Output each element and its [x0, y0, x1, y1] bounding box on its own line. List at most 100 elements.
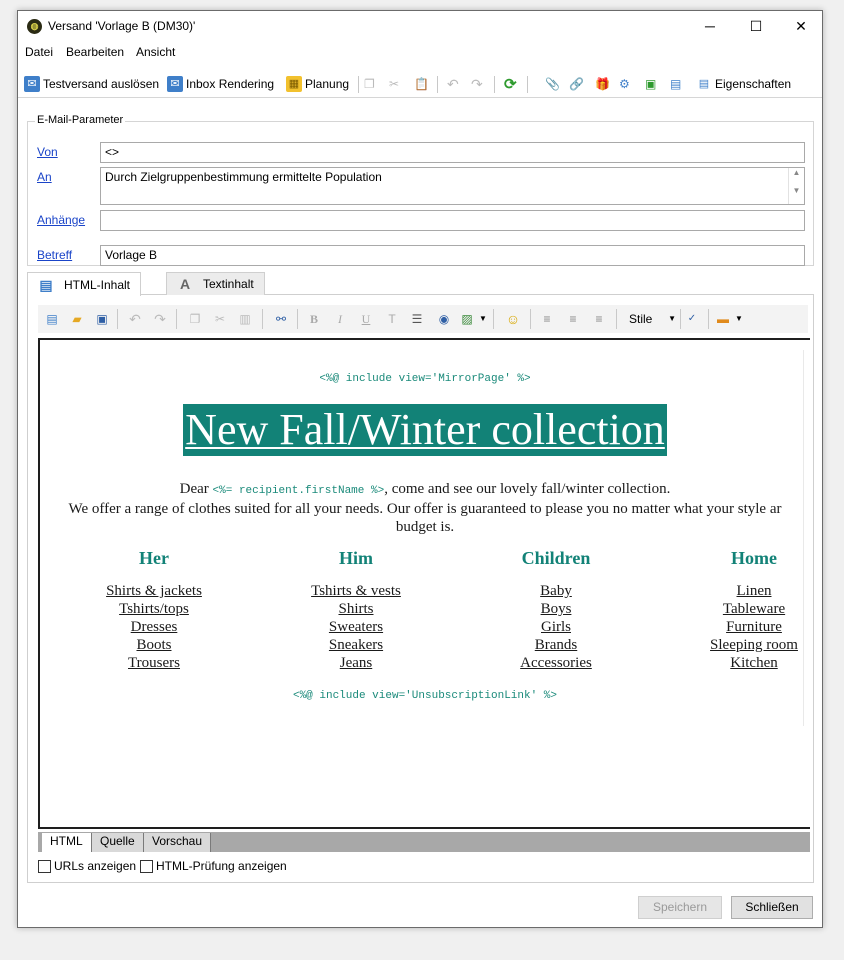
cut-icon[interactable]: ✂ [389, 74, 399, 94]
category-title: Home [731, 548, 777, 568]
show-html-check-checkbox[interactable] [140, 859, 153, 873]
category-link[interactable]: Shirts & jackets [74, 582, 234, 600]
attachments-field[interactable] [100, 210, 805, 231]
paperclip-icon[interactable]: 📎 [545, 74, 560, 94]
align-center-icon[interactable]: ≡ [564, 310, 582, 328]
category-link[interactable]: Furniture [674, 618, 810, 636]
email-parameters-group: E-Mail-Parameter Von <> An Durch Zielgru… [27, 114, 814, 266]
menu-datei[interactable]: Datei [25, 45, 53, 59]
category-link[interactable]: Dresses [74, 618, 234, 636]
category-link[interactable]: Accessories [476, 654, 636, 672]
save-button[interactable]: Speichern [638, 896, 722, 919]
tracking-icon[interactable]: ⚙ [619, 74, 630, 94]
open-folder-icon[interactable]: ▰ [68, 310, 86, 328]
save-icon[interactable]: ▣ [93, 310, 111, 328]
bullet-list-icon[interactable]: ☰ [408, 310, 426, 328]
category-link[interactable]: Shirts [276, 600, 436, 618]
tab-text-content[interactable]: A Textinhalt [166, 272, 265, 295]
font-size-icon[interactable]: T [383, 310, 401, 328]
undo-icon[interactable]: ↶ [447, 74, 459, 94]
link-icon[interactable]: 🔗 [569, 74, 584, 94]
category-link[interactable]: Sleeping room [674, 636, 810, 654]
planning-label: Planung [305, 77, 350, 91]
delivery-icon[interactable]: ▤ [670, 74, 681, 94]
show-urls-option[interactable]: URLs anzeigen [38, 859, 136, 873]
category-link[interactable]: Boys [476, 600, 636, 618]
smiley-icon[interactable]: ☺ [504, 310, 522, 328]
properties-button[interactable]: ▤ Eigenschaften [696, 74, 791, 94]
spellcheck-icon[interactable]: ✓ [683, 310, 701, 328]
attachments-label[interactable]: Anhänge [37, 213, 85, 227]
close-button[interactable]: Schließen [731, 896, 813, 919]
bold-icon[interactable]: B [305, 310, 323, 328]
category-link[interactable]: Linen [674, 582, 810, 600]
align-left-icon[interactable]: ≡ [538, 310, 556, 328]
paste-icon[interactable]: ▥ [236, 310, 254, 328]
to-field-scrollbar[interactable]: ▲ ▼ [788, 168, 804, 204]
intro-line-2: We offer a range of clothes suited for a… [68, 501, 782, 517]
tab-html-label: HTML-Inhalt [64, 277, 131, 292]
view-tab-preview[interactable]: Vorschau [144, 833, 212, 852]
test-send-button[interactable]: ✉ Testversand auslösen [24, 74, 159, 94]
minimize-button[interactable]: ─ [687, 11, 733, 42]
category-link[interactable]: Tshirts/tops [74, 600, 234, 618]
to-field[interactable]: Durch Zielgruppenbestimmung ermittelte P… [100, 167, 805, 205]
close-window-button[interactable]: ✕ [778, 11, 824, 42]
category-link[interactable]: Tshirts & vests [276, 582, 436, 600]
category-link[interactable]: Brands [476, 636, 636, 654]
redo-icon[interactable]: ↷ [471, 74, 483, 94]
intro-rest: , come and see our lovely fall/winter co… [384, 481, 671, 497]
title-bar: ◍ Versand 'Vorlage B (DM30)' ─ ☐ ✕ [18, 11, 822, 42]
planning-button[interactable]: ▦ Planung [286, 74, 349, 94]
category-link[interactable]: Sneakers [276, 636, 436, 654]
menu-bar: Datei Bearbeiten Ansicht [18, 42, 822, 62]
category-link[interactable]: Trousers [74, 654, 234, 672]
redo-icon[interactable]: ↷ [151, 310, 169, 328]
toolbar-divider [358, 76, 359, 93]
link-globe-icon[interactable]: ◉ [435, 310, 453, 328]
paste-icon[interactable]: 📋 [414, 74, 429, 94]
tab-html-content[interactable]: ▤ HTML-Inhalt [27, 272, 142, 296]
editor-toolbar: ▤ ▰ ▣ ↶ ↷ ❐ ✂ ▥ ⚯ B I U T ☰ ◉ ▨ ▼ ☺ ≡ ≡ [38, 305, 808, 333]
headline[interactable]: New Fall/Winter collection [183, 404, 667, 456]
italic-icon[interactable]: I [331, 310, 349, 328]
copy-icon[interactable]: ❐ [364, 74, 375, 94]
clipboard-icon: ▤ [698, 78, 710, 90]
chevron-down-icon[interactable]: ▼ [730, 310, 748, 328]
show-html-check-option[interactable]: HTML-Prüfung anzeigen [140, 859, 287, 873]
category-link[interactable]: Sweaters [276, 618, 436, 636]
new-document-icon[interactable]: ▤ [43, 310, 61, 328]
subject-label[interactable]: Betreff [37, 248, 72, 262]
category-link[interactable]: Tableware [674, 600, 810, 618]
inbox-rendering-button[interactable]: ✉ Inbox Rendering [167, 74, 274, 94]
align-right-icon[interactable]: ≡ [590, 310, 608, 328]
cut-icon[interactable]: ✂ [211, 310, 229, 328]
copy-icon[interactable]: ❐ [186, 310, 204, 328]
from-field[interactable]: <> [100, 142, 805, 163]
find-binoculars-icon[interactable]: ⚯ [272, 310, 290, 328]
html-editor[interactable]: <%@ include view='MirrorPage' %> New Fal… [38, 338, 810, 829]
category-link[interactable]: Boots [74, 636, 234, 654]
menu-bearbeiten[interactable]: Bearbeiten [66, 45, 124, 59]
undo-icon[interactable]: ↶ [126, 310, 144, 328]
intro-text: Dear <%= recipient.firstName %>, come an… [40, 480, 810, 536]
view-tab-html[interactable]: HTML [42, 833, 92, 852]
subject-field[interactable]: Vorlage B [100, 245, 805, 266]
menu-ansicht[interactable]: Ansicht [136, 45, 175, 59]
chevron-down-icon[interactable]: ▼ [474, 310, 492, 328]
styles-dropdown[interactable]: Stile ▼ [626, 309, 676, 329]
maximize-button[interactable]: ☐ [733, 11, 779, 42]
refresh-icon[interactable]: ⟳ [504, 74, 517, 94]
category-link[interactable]: Girls [476, 618, 636, 636]
gift-icon[interactable]: 🎁 [595, 74, 610, 94]
underline-icon[interactable]: U [357, 310, 375, 328]
category-link[interactable]: Baby [476, 582, 636, 600]
category-link[interactable]: Jeans [276, 654, 436, 672]
from-label[interactable]: Von [37, 145, 58, 159]
calculator-icon[interactable]: ▣ [645, 74, 656, 94]
view-tab-source[interactable]: Quelle [92, 833, 144, 852]
to-label[interactable]: An [37, 170, 52, 184]
show-urls-checkbox[interactable] [38, 859, 51, 873]
category-link[interactable]: Kitchen [674, 654, 810, 672]
window-title: Versand 'Vorlage B (DM30)' [48, 19, 196, 33]
